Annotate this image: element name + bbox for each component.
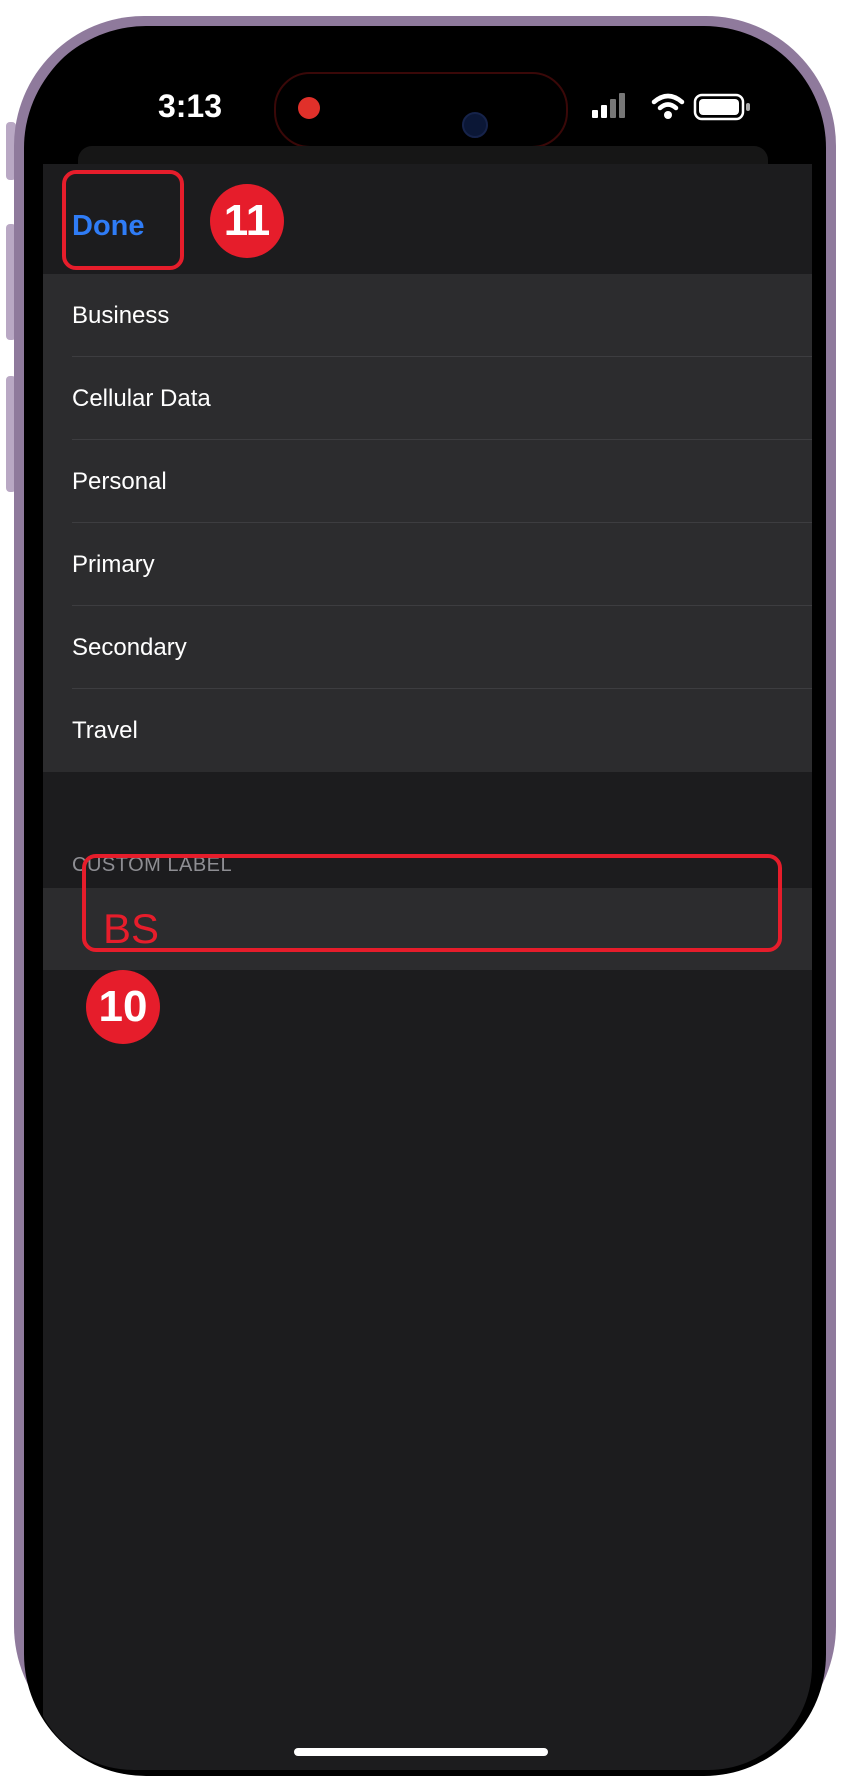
list-item[interactable]: Personal <box>43 440 812 523</box>
list-item-label: Secondary <box>72 633 187 661</box>
custom-label-highlight-box <box>82 854 782 952</box>
list-item[interactable]: Travel <box>43 689 812 772</box>
list-item[interactable]: Business <box>43 274 812 357</box>
list-item-label: Primary <box>72 550 155 578</box>
home-indicator[interactable] <box>294 1748 548 1756</box>
label-options-list: Business Cellular Data Personal Primary … <box>43 274 812 772</box>
list-item-label: Personal <box>72 467 167 495</box>
list-item[interactable]: Secondary <box>43 606 812 689</box>
recording-indicator-icon <box>298 97 320 119</box>
battery-icon <box>693 93 750 121</box>
done-highlight-box <box>62 170 184 270</box>
step-11-badge: 11 <box>210 184 284 258</box>
status-time: 3:13 <box>157 88 223 124</box>
signal-icon <box>592 93 625 118</box>
list-item[interactable]: Cellular Data <box>43 357 812 440</box>
label-picker-sheet: Done Business Cellular Data Personal Pri… <box>43 164 812 1770</box>
step-10-badge: 10 <box>86 970 160 1044</box>
list-item-label: Cellular Data <box>72 384 211 412</box>
wifi-icon <box>651 93 685 119</box>
list-item[interactable]: Primary <box>43 523 812 606</box>
list-item-label: Travel <box>72 716 138 744</box>
status-icons <box>592 93 750 121</box>
dynamic-island <box>274 72 568 148</box>
list-item-label: Business <box>72 301 170 329</box>
front-camera-icon <box>462 112 488 138</box>
